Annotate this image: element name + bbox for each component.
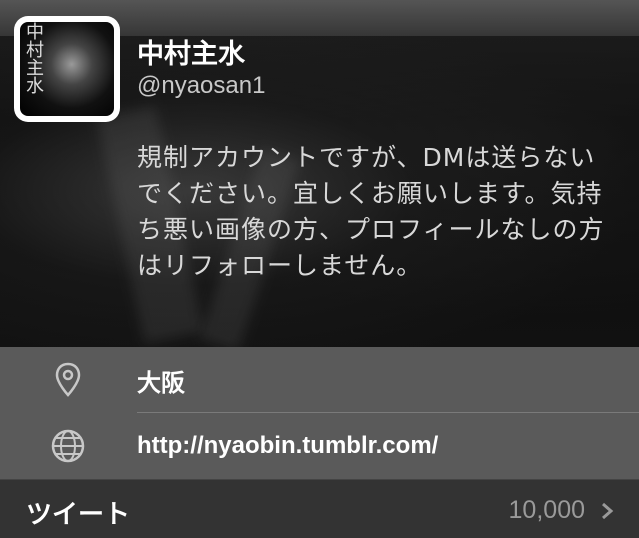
avatar-calligraphy: 中村主水	[23, 22, 44, 94]
profile-name: 中村主水	[137, 39, 245, 70]
avatar-image: 中村主水	[20, 22, 114, 116]
tweets-count: 10,000	[508, 496, 585, 524]
chevron-right-icon	[602, 502, 614, 520]
profile-bio: 規制アカウントですが、DMは送らないでください。宜しくお願いします。気持ち悪い画…	[137, 143, 605, 280]
tweets-row[interactable]: ツイート 10,000	[0, 479, 639, 538]
tweets-label: ツイート	[26, 500, 131, 530]
profile-header: 中村主水 中村主水 @nyaosan1 規制アカウントですが、DMは送らないでく…	[0, 0, 639, 347]
profile-info-section: 大阪 http://nyaobin.tumblr.com/	[0, 347, 639, 479]
globe-icon	[51, 429, 85, 463]
profile-avatar[interactable]: 中村主水	[14, 16, 120, 122]
location-pin-icon	[55, 362, 81, 397]
location-row: 大阪	[0, 347, 639, 413]
website-row[interactable]: http://nyaobin.tumblr.com/	[0, 413, 639, 479]
profile-handle: @nyaosan1	[137, 72, 266, 99]
location-label: 大阪	[137, 369, 185, 397]
website-link[interactable]: http://nyaobin.tumblr.com/	[137, 432, 438, 460]
